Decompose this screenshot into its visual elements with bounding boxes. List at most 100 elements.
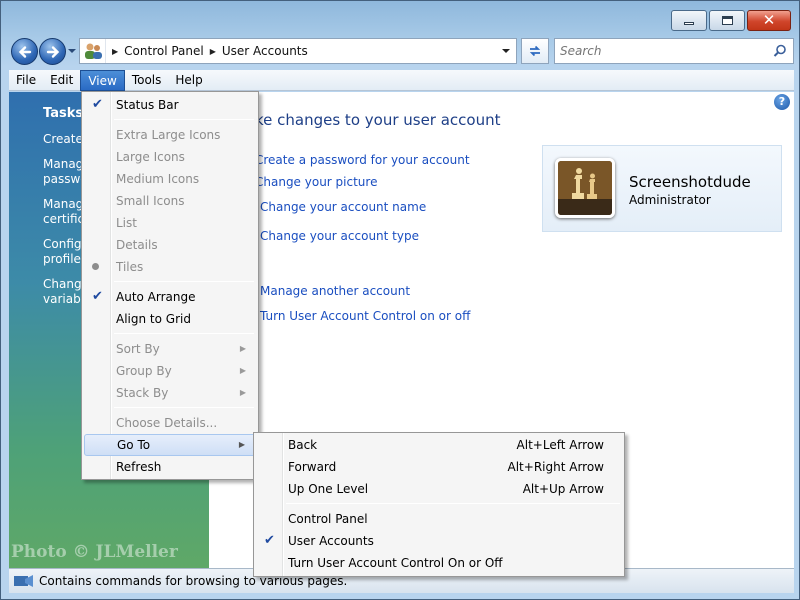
menu-item-label: Control Panel xyxy=(288,512,368,526)
menu-view[interactable]: View xyxy=(80,69,125,91)
menu-item-label: Stack By xyxy=(116,386,169,400)
explorer-window: ✕ ▶ Control Panel ▶ User Accounts F xyxy=(0,0,800,600)
minimize-button[interactable] xyxy=(671,10,707,31)
submenu-arrow-icon: ▶ xyxy=(239,388,246,397)
menu-item-label: Tiles xyxy=(116,260,144,274)
menu-item-label: Small Icons xyxy=(116,194,185,208)
close-icon: ✕ xyxy=(762,11,776,29)
user-role: Administrator xyxy=(629,193,711,207)
status-bar-icon xyxy=(14,575,33,587)
view-menu-choose-details[interactable]: Choose Details... xyxy=(84,412,256,434)
forward-button[interactable] xyxy=(39,38,66,65)
menu-item-label: Align to Grid xyxy=(116,312,191,326)
go-to-turn-uac[interactable]: Turn User Account Control On or Off xyxy=(256,552,622,574)
menu-separator xyxy=(114,281,254,282)
checkmark-icon: ✔ xyxy=(264,533,275,548)
menu-separator xyxy=(114,333,254,334)
menu-item-label: Up One Level xyxy=(288,482,369,496)
menu-tools[interactable]: Tools xyxy=(125,70,169,91)
menu-item-label: Turn User Account Control On or Off xyxy=(288,556,503,570)
submenu-arrow-icon: ▶ xyxy=(238,440,245,449)
shortcut-label: Alt+Right Arrow xyxy=(507,460,604,474)
menu-item-label: Extra Large Icons xyxy=(116,128,221,142)
menu-edit[interactable]: Edit xyxy=(43,70,80,91)
search-box[interactable] xyxy=(554,38,794,64)
menu-item-label: Sort By xyxy=(116,342,160,356)
back-arrow-icon xyxy=(18,45,31,58)
view-menu-stack-by[interactable]: Stack By ▶ xyxy=(84,382,256,404)
menu-item-label: Choose Details... xyxy=(116,416,218,430)
photo-watermark: Photo © JLMeller xyxy=(11,542,178,562)
shortcut-label: Alt+Left Arrow xyxy=(516,438,604,452)
user-accounts-icon xyxy=(80,39,106,63)
link-change-account-name[interactable]: Change your account name xyxy=(260,200,426,214)
view-menu-tiles[interactable]: Tiles xyxy=(84,256,256,278)
menu-separator xyxy=(114,407,254,408)
menu-separator xyxy=(286,503,620,504)
radio-bullet-icon xyxy=(92,263,99,270)
link-turn-uac-on-off[interactable]: Turn User Account Control on or off xyxy=(260,309,470,323)
checkmark-icon: ✔ xyxy=(92,97,103,112)
go-to-back[interactable]: Back Alt+Left Arrow xyxy=(256,434,622,456)
link-manage-another-account[interactable]: Manage another account xyxy=(260,284,410,298)
address-bar[interactable]: ▶ Control Panel ▶ User Accounts xyxy=(79,38,517,64)
view-menu-refresh[interactable]: Refresh xyxy=(84,456,256,478)
page-title: ke changes to your user account xyxy=(255,111,501,129)
menu-item-label: Status Bar xyxy=(116,98,179,112)
checkmark-icon: ✔ xyxy=(92,289,103,304)
back-button[interactable] xyxy=(11,38,38,65)
help-icon[interactable]: ? xyxy=(774,94,790,110)
submenu-arrow-icon: ▶ xyxy=(239,366,246,375)
shortcut-label: Alt+Up Arrow xyxy=(522,482,604,496)
go-to-up-one-level[interactable]: Up One Level Alt+Up Arrow xyxy=(256,478,622,500)
menu-item-label: Large Icons xyxy=(116,150,185,164)
menu-help[interactable]: Help xyxy=(168,70,209,91)
view-menu-list[interactable]: List xyxy=(84,212,256,234)
view-menu-sort-by[interactable]: Sort By ▶ xyxy=(84,338,256,360)
menu-item-label: Auto Arrange xyxy=(116,290,196,304)
breadcrumb-control-panel[interactable]: Control Panel xyxy=(124,44,204,58)
menu-item-label: Forward xyxy=(288,460,337,474)
link-change-picture[interactable]: Change your picture xyxy=(255,175,377,189)
go-to-forward[interactable]: Forward Alt+Right Arrow xyxy=(256,456,622,478)
menu-file[interactable]: File xyxy=(9,70,43,91)
breadcrumb-separator-icon[interactable]: ▶ xyxy=(210,47,216,56)
address-history-dropdown-icon[interactable] xyxy=(502,47,510,55)
view-menu-group-by[interactable]: Group By ▶ xyxy=(84,360,256,382)
avatar xyxy=(555,158,615,218)
navigation-bar: ▶ Control Panel ▶ User Accounts xyxy=(9,37,794,67)
view-menu-align-to-grid[interactable]: Align to Grid xyxy=(84,308,256,330)
go-to-user-accounts[interactable]: ✔ User Accounts xyxy=(256,530,622,552)
go-to-control-panel[interactable]: Control Panel xyxy=(256,508,622,530)
tasks-heading: Tasks xyxy=(43,106,84,121)
submenu-arrow-icon: ▶ xyxy=(239,344,246,353)
search-input[interactable] xyxy=(560,44,760,58)
view-menu-extra-large-icons[interactable]: Extra Large Icons xyxy=(84,124,256,146)
refresh-button[interactable] xyxy=(521,38,549,64)
view-menu-medium-icons[interactable]: Medium Icons xyxy=(84,168,256,190)
menu-item-label: User Accounts xyxy=(288,534,374,548)
window-controls: ✕ xyxy=(671,10,791,31)
menu-item-label: Refresh xyxy=(116,460,162,474)
user-account-card: Screenshotdude Administrator xyxy=(542,145,782,232)
close-button[interactable]: ✕ xyxy=(747,10,791,31)
view-menu-status-bar[interactable]: ✔ Status Bar xyxy=(84,94,256,116)
menu-bar: File Edit View Tools Help xyxy=(9,69,794,91)
recent-pages-dropdown-icon[interactable] xyxy=(67,46,77,56)
view-menu-auto-arrange[interactable]: ✔ Auto Arrange xyxy=(84,286,256,308)
link-create-password[interactable]: Create a password for your account xyxy=(255,153,470,167)
maximize-button[interactable] xyxy=(709,10,745,31)
menu-item-label: Go To xyxy=(117,438,151,452)
menu-item-label: Group By xyxy=(116,364,172,378)
breadcrumb-user-accounts[interactable]: User Accounts xyxy=(222,44,308,58)
link-change-account-type[interactable]: Change your account type xyxy=(260,229,419,243)
breadcrumb-separator-icon[interactable]: ▶ xyxy=(112,47,118,56)
view-menu-large-icons[interactable]: Large Icons xyxy=(84,146,256,168)
search-icon[interactable] xyxy=(773,44,787,58)
view-menu-go-to[interactable]: Go To ▶ xyxy=(84,434,256,456)
view-menu-details[interactable]: Details xyxy=(84,234,256,256)
menu-item-label: Back xyxy=(288,438,318,452)
maximize-icon xyxy=(721,16,733,25)
view-menu-small-icons[interactable]: Small Icons xyxy=(84,190,256,212)
go-to-submenu: Back Alt+Left Arrow Forward Alt+Right Arro… xyxy=(253,432,625,577)
